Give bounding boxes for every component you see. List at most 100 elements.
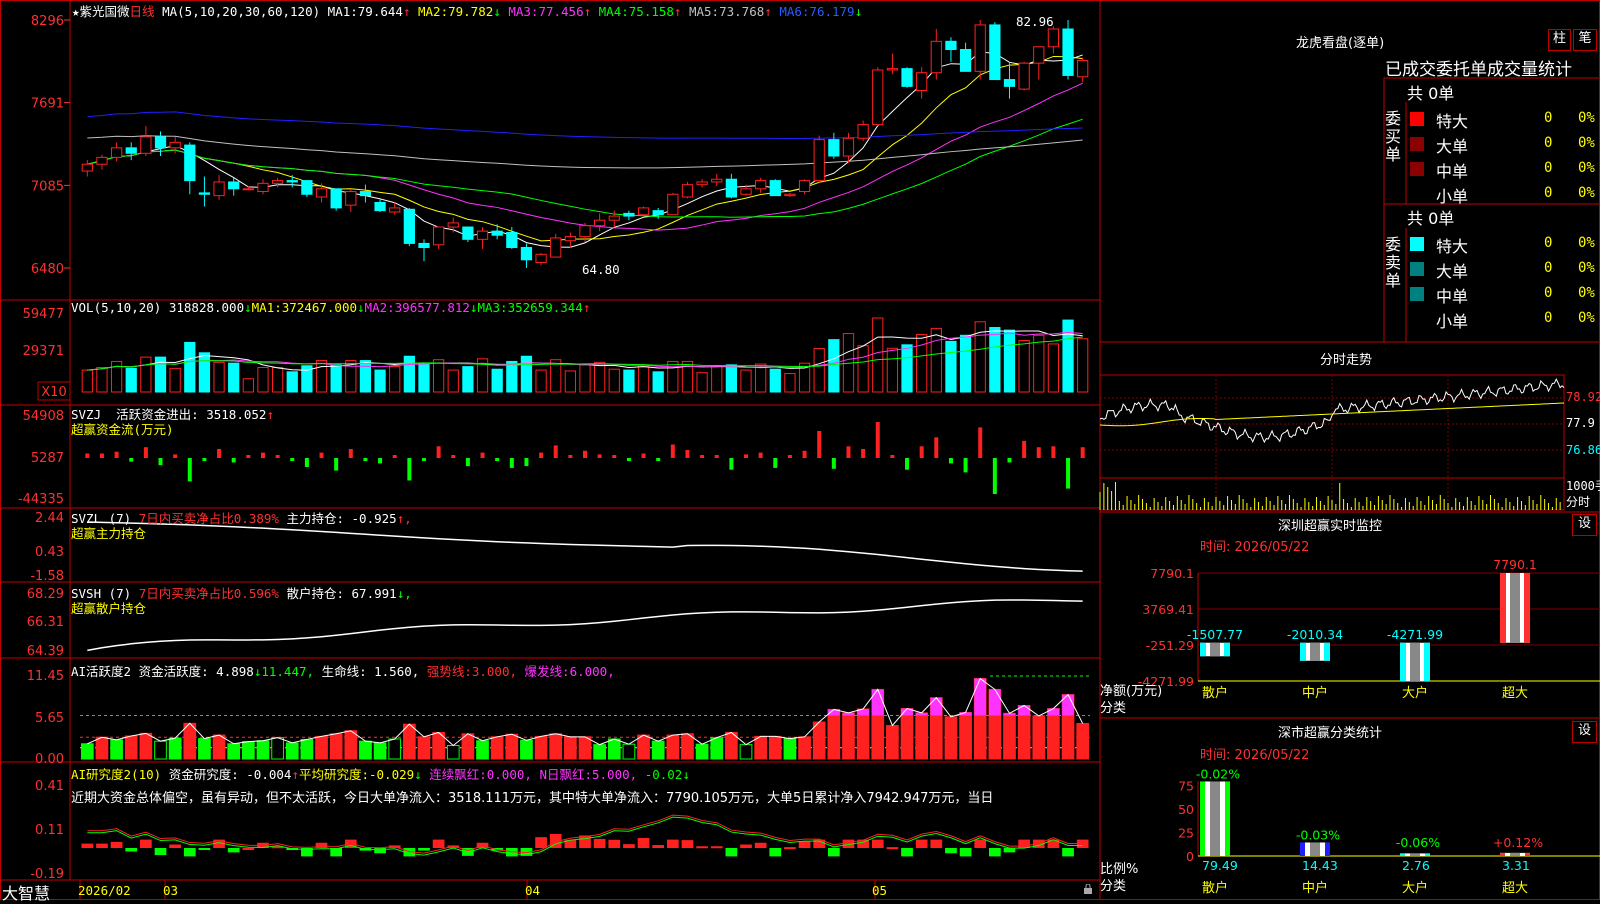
ai2-arrow: ↑ (291, 767, 299, 782)
volume-bar (1077, 338, 1089, 393)
order-row[interactable]: 小单 0 0% (1410, 183, 1600, 206)
fund-flow-bar (143, 447, 148, 458)
legend-swatch-icon (1410, 112, 1424, 126)
research-bar (930, 839, 943, 848)
order-row[interactable]: 特大 0 0% (1410, 233, 1600, 256)
monitor-bar-2 (1400, 642, 1430, 681)
volume-bar (769, 368, 781, 393)
candle-body (535, 253, 547, 264)
fund-flow-bar (99, 453, 104, 458)
candle-body (930, 40, 942, 74)
stats-bar-2 (1400, 853, 1430, 856)
volume-bar (755, 363, 767, 393)
fund-flow-bar (509, 458, 514, 468)
volume-bar (506, 360, 518, 393)
svsh-value: 67.991 (351, 586, 397, 601)
activity-bar (520, 739, 533, 760)
volume-bar (989, 327, 1001, 393)
ma2-value: 79.782 (448, 4, 494, 19)
fund-flow-bar (129, 458, 134, 462)
low-price-note: 64.80 (582, 262, 620, 277)
monitor-bar-edge (1524, 573, 1530, 643)
price-tick-3: 6480 (31, 262, 64, 277)
activity-bar (798, 736, 811, 760)
order-type: 小单 (1436, 187, 1469, 206)
ai1-lifeline-value: 1.560, (374, 664, 420, 679)
ai2-tick-1: 0.11 (35, 823, 64, 838)
intraday-avg-line (1099, 402, 1565, 427)
fund-flow-bar (948, 458, 953, 464)
research-bar (432, 839, 445, 848)
activity-burst-segment (871, 689, 884, 716)
fund-flow-bar (451, 455, 456, 458)
period-label[interactable]: 日线 (130, 4, 155, 19)
order-row[interactable]: 中单 0 0% (1410, 283, 1600, 306)
vol-ma3-label: MA3: (477, 300, 508, 315)
monitor-bar-mid (1210, 642, 1220, 657)
legend-swatch-icon (1410, 162, 1424, 176)
candle-body (476, 230, 489, 240)
research-bar (227, 848, 240, 853)
fund-flow-bar (626, 458, 631, 461)
research-bar (1003, 848, 1016, 853)
stats-tick-0: 75 (1178, 779, 1194, 794)
volume-bar (564, 370, 576, 393)
stock-name[interactable]: 紫光国微 (80, 4, 130, 19)
vol-label: VOL(5,10,20) (71, 300, 162, 315)
monitor-tick-1: 3769.41 (1142, 602, 1194, 617)
svzl-tick-0: 2.44 (35, 511, 64, 526)
candle-body (740, 188, 752, 195)
bar-mode-button[interactable]: 柱 (1548, 29, 1571, 51)
buy-side-label: 委买单 (1385, 109, 1402, 164)
fund-flow-bar (304, 458, 309, 467)
research-bar (901, 848, 913, 857)
ai2-red-title: 连续飘红: (429, 767, 487, 782)
volume-bar (330, 364, 342, 393)
lhb-tabs[interactable]: 已成交委托单成交量统计 (1385, 55, 1572, 80)
stats-change-2: -0.06% (1396, 835, 1440, 850)
lock-icon[interactable] (1083, 883, 1093, 894)
monitor-cat-0: 散户 (1202, 685, 1228, 701)
ai1-strong-value: 3.000, (471, 664, 517, 679)
activity-bar (812, 721, 826, 760)
candle-body (389, 207, 401, 213)
order-row[interactable]: 小单 0 0% (1410, 308, 1600, 331)
fund-flow-bar (158, 458, 163, 466)
stats-bar-mid (1510, 852, 1520, 856)
fund-flow-bar (114, 451, 119, 458)
high-price-note: 82.96 (1016, 14, 1054, 29)
order-row[interactable]: 大单 0 0% (1410, 258, 1600, 281)
vol-ma3-value: 352659.344 (507, 300, 583, 315)
fund-flow-bar (260, 452, 265, 458)
candle-body (1062, 28, 1074, 76)
order-row[interactable]: 大单 0 0% (1410, 133, 1600, 156)
svzl-subtitle: 超赢主力持仓 (71, 526, 147, 541)
intraday-title: 分时走势 (1320, 353, 1373, 368)
activity-bar (183, 722, 197, 760)
fund-flow-bar (1080, 447, 1085, 458)
stats-bar-edge (1425, 853, 1430, 856)
activity-bar (842, 712, 855, 760)
order-type: 大单 (1436, 262, 1469, 281)
order-count: 0 (1544, 160, 1553, 176)
order-type: 特大 (1436, 237, 1469, 256)
price-tick-0: 8296 (31, 14, 64, 29)
volume-bar (359, 360, 372, 393)
fund-flow-bar (465, 458, 470, 467)
fund-flow-bar (787, 455, 792, 458)
volume-bar (959, 334, 972, 393)
ma-line-6 (87, 111, 1083, 139)
order-row[interactable]: 中单 0 0% (1410, 158, 1600, 181)
fund-flow-bar (714, 455, 719, 458)
activity-bar (959, 711, 972, 760)
stats-settings-button[interactable]: 设 (1572, 721, 1597, 743)
research-bar (989, 848, 1001, 857)
order-row[interactable]: 特大 0 0% (1410, 108, 1600, 131)
brand-logo[interactable]: 大智慧 (2, 880, 50, 904)
fund-flow-bar (495, 458, 500, 461)
tick-mode-button[interactable]: 笔 (1573, 29, 1597, 51)
volume-bar (1018, 339, 1030, 393)
order-pct: 0% (1578, 185, 1595, 201)
monitor-settings-button[interactable]: 设 (1572, 514, 1597, 536)
monitor-cat-2: 大户 (1402, 685, 1428, 701)
